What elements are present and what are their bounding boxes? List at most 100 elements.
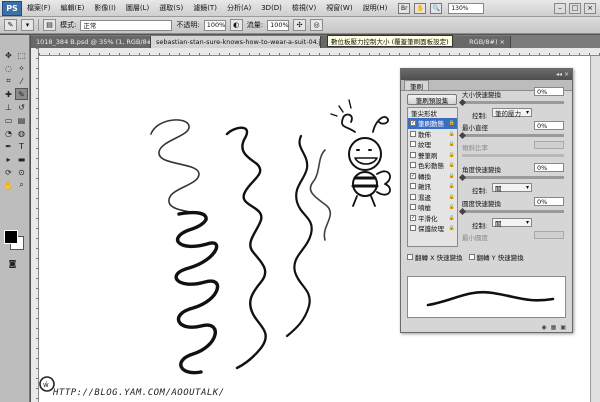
size-jitter-slider[interactable] (462, 101, 564, 104)
roundness-control-select[interactable]: 關 (492, 218, 532, 228)
roundness-jitter-field[interactable]: 0% (534, 197, 564, 206)
menu-analysis[interactable]: 分析(A) (222, 3, 256, 13)
brush-preset-icon[interactable]: ✎ (4, 19, 17, 31)
hand-tool-icon[interactable]: ✋ (414, 2, 427, 14)
clone-stamp-tool-icon[interactable]: ⊥ (2, 101, 15, 113)
lock-icon[interactable]: 🔒 (449, 152, 455, 158)
panel-titlebar[interactable]: ◂◂ × (401, 69, 572, 80)
checkbox[interactable] (410, 141, 416, 148)
menu-window[interactable]: 視窗(W) (321, 3, 357, 13)
angle-jitter-slider[interactable] (462, 176, 564, 179)
lock-icon[interactable]: 🔒 (449, 162, 455, 168)
quick-select-tool-icon[interactable]: ✧ (15, 62, 28, 74)
lock-icon[interactable]: 🔒 (449, 183, 455, 189)
min-diameter-slider[interactable] (462, 134, 564, 137)
brush-size-dropdown[interactable]: ▾ (21, 19, 34, 31)
path-select-tool-icon[interactable]: ▸ (2, 153, 15, 165)
checkbox-checked[interactable]: ✓ (410, 214, 416, 221)
grid-icon[interactable]: ▦ (551, 324, 557, 331)
tablet-opacity-pressure-icon[interactable]: ◐ (229, 19, 243, 31)
type-tool-icon[interactable]: T (15, 140, 28, 152)
list-item[interactable]: 雙筆刷 🔒 (408, 150, 457, 161)
foreground-color-swatch[interactable] (4, 230, 18, 244)
tab-document-1[interactable]: 1018_384 B.psd @ 35% (1, RGB/8#) × (31, 36, 151, 48)
bridge-icon[interactable]: Br (398, 2, 411, 14)
angle-jitter-field[interactable]: 0% (534, 163, 564, 172)
opacity-field[interactable]: 100% (203, 19, 226, 31)
3d-rotate-tool-icon[interactable]: ⟳ (2, 166, 15, 178)
min-diameter-field[interactable]: 0% (534, 121, 564, 130)
lock-icon[interactable]: 🔒 (449, 120, 455, 126)
quick-mask-icon[interactable]: ◙ (6, 257, 19, 269)
crop-tool-icon[interactable]: ⌗ (2, 75, 15, 87)
roundness-jitter-slider[interactable] (462, 210, 564, 213)
eraser-tool-icon[interactable]: ▭ (2, 114, 15, 126)
menu-edit[interactable]: 編輯(E) (56, 3, 90, 13)
gradient-tool-icon[interactable]: ▤ (15, 114, 28, 126)
blur-tool-icon[interactable]: ◔ (2, 127, 15, 139)
checkbox[interactable] (410, 183, 416, 190)
zoom-tool-icon[interactable]: ⌕ (15, 179, 28, 191)
menu-file[interactable]: 檔案(F) (22, 3, 56, 13)
flip-y-option[interactable]: 翻轉 Y 快速變換 (468, 252, 524, 262)
list-item[interactable]: ✓ 平滑化 🔒 (408, 213, 457, 224)
marquee-tool-icon[interactable]: ⬚ (15, 49, 28, 61)
brush-tip-shape-item[interactable]: 筆尖形狀 (408, 108, 457, 118)
healing-brush-tool-icon[interactable]: ✚ (2, 88, 15, 100)
tab-document-2[interactable]: sebastian-stan-sure-knows-how-to-wear-a-… (151, 36, 321, 48)
lock-icon[interactable]: 🔒 (449, 204, 455, 210)
checkbox[interactable] (410, 193, 416, 200)
history-brush-tool-icon[interactable]: ↺ (15, 101, 28, 113)
toggle-brush-preview-icon[interactable]: ◉ (541, 324, 546, 331)
list-item[interactable]: 紋理 🔒 (408, 139, 457, 150)
size-jitter-field[interactable]: 0% (534, 87, 564, 96)
list-item[interactable]: 濕邊 🔒 (408, 192, 457, 203)
tab-brush[interactable]: 筆刷 (404, 80, 429, 91)
menu-3d[interactable]: 3D(D) (256, 4, 287, 12)
menu-view[interactable]: 檢視(V) (287, 3, 321, 13)
lock-icon[interactable]: 🔒 (449, 225, 455, 231)
shape-tool-icon[interactable]: ▬ (15, 153, 28, 165)
checkbox[interactable] (468, 254, 475, 260)
eyedropper-tool-icon[interactable]: ⁄ (15, 75, 28, 87)
lock-icon[interactable]: 🔒 (449, 131, 455, 137)
pen-tool-icon[interactable]: ✒ (2, 140, 15, 152)
brush-tool-icon[interactable]: ✎ (15, 88, 28, 100)
tablet-size-pressure-icon[interactable]: ◎ (310, 19, 324, 31)
minimize-icon[interactable]: – (554, 2, 566, 14)
checkbox[interactable] (410, 162, 416, 169)
close-icon[interactable]: × (584, 2, 596, 14)
list-item[interactable]: 保護紋理 🔒 (408, 223, 457, 234)
panel-collapse-icon[interactable]: ◂◂ × (556, 71, 569, 78)
hand-tool-icon[interactable]: ✋ (2, 179, 15, 191)
menu-help[interactable]: 說明(H) (358, 3, 393, 13)
menu-select[interactable]: 選取(S) (154, 3, 188, 13)
menu-image[interactable]: 影像(I) (89, 3, 121, 13)
list-item[interactable]: 色彩動態 🔒 (408, 160, 457, 171)
list-item[interactable]: 散佈 🔒 (408, 129, 457, 140)
move-tool-icon[interactable]: ✥ (2, 49, 15, 61)
menu-filter[interactable]: 濾鏡(T) (188, 3, 222, 13)
checkbox-checked[interactable]: ✓ (410, 172, 416, 179)
3d-camera-tool-icon[interactable]: ⊙ (15, 166, 28, 178)
zoom-tool-icon[interactable]: 🔍 (430, 2, 443, 14)
lock-icon[interactable]: 🔒 (449, 141, 455, 147)
lasso-tool-icon[interactable]: ◌ (2, 62, 15, 74)
checkbox[interactable] (407, 254, 413, 260)
brush-presets-button[interactable]: 筆刷預設集 (407, 94, 457, 105)
new-preset-icon[interactable]: ▣ (560, 324, 566, 331)
checkbox[interactable] (410, 130, 416, 137)
checkbox[interactable] (410, 225, 416, 232)
flow-field[interactable]: 100% (267, 19, 290, 31)
list-item[interactable]: 雜訊 🔒 (408, 181, 457, 192)
size-control-select[interactable]: 筆的壓力 (492, 108, 532, 118)
lock-icon[interactable]: 🔒 (449, 215, 455, 221)
dodge-tool-icon[interactable]: ◍ (15, 127, 28, 139)
checkbox-checked[interactable]: ✓ (410, 120, 416, 127)
vertical-scrollbar[interactable] (590, 56, 600, 402)
lock-icon[interactable]: 🔒 (449, 173, 455, 179)
angle-control-select[interactable]: 關 (492, 183, 532, 193)
maximize-icon[interactable]: □ (569, 2, 581, 14)
list-item[interactable]: ✓ 筆刷動態 🔒 (408, 118, 457, 129)
lock-icon[interactable]: 🔒 (449, 194, 455, 200)
